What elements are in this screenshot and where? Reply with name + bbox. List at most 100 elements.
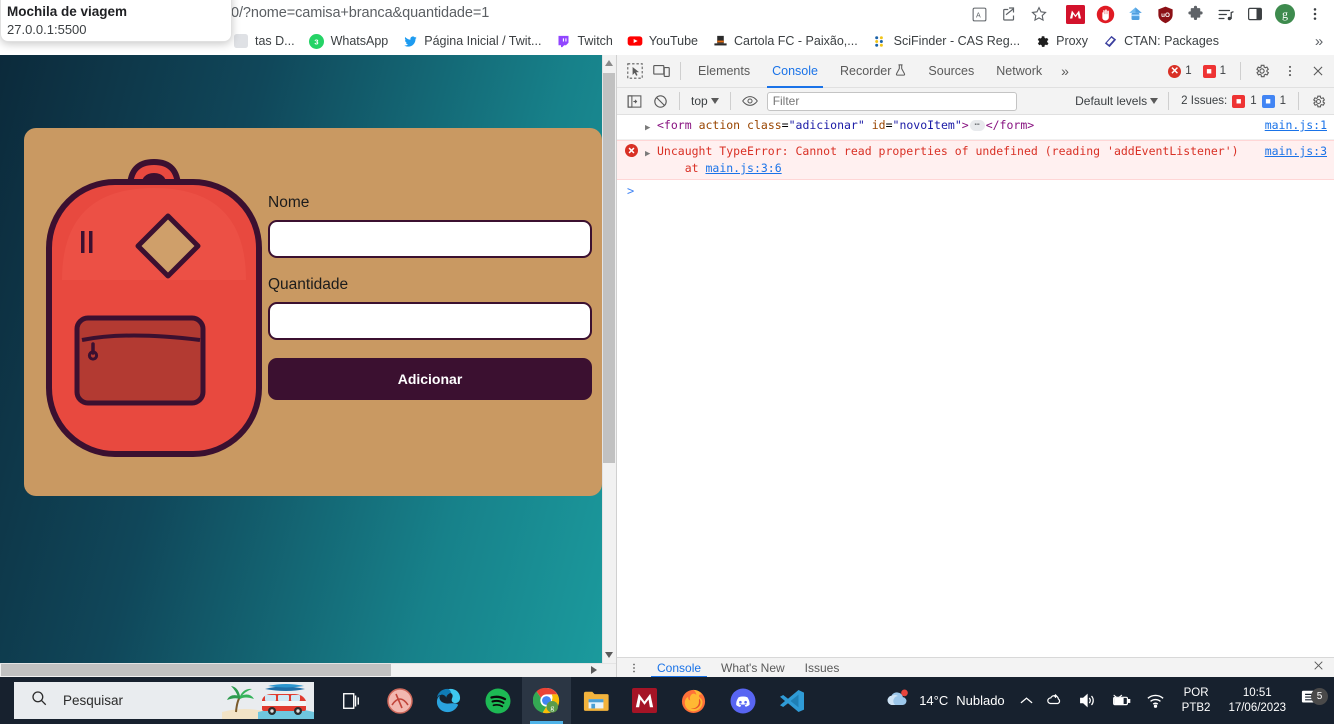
firefox-icon[interactable] [669,677,718,724]
devtools-close-icon[interactable] [1305,58,1331,84]
add-item-form: Nome Quantidade Adicionar [268,194,592,400]
weather-widget[interactable]: 14°C Nublado [871,688,1012,713]
bookmark-item-cartola[interactable]: Cartola FC - Paixão,... [705,30,865,52]
devtools-settings-gear-icon[interactable] [1249,58,1275,84]
bookmarks-overflow-button[interactable]: » [1310,32,1328,50]
console-input-prompt[interactable]: > [617,180,1334,198]
execution-context-selector[interactable]: top [686,92,724,110]
error-count-badge[interactable]: ✕ 1 [1165,64,1197,79]
devtools-toolbar: Elements Console Recorder Sources Networ… [617,55,1334,88]
adobe-app-icon[interactable] [375,677,424,724]
browser-chrome: 0/?nome=camisa+branca&quantidade=1 A uO … [0,0,1334,54]
taskbar-search-box[interactable]: Pesquisar [14,682,314,719]
expand-arrow-icon[interactable]: ▶ [645,117,657,137]
bookmark-item-youtube[interactable]: YouTube [620,30,705,52]
scroll-up-arrow-icon[interactable] [602,55,616,71]
devtools-more-menu-icon[interactable] [1277,58,1303,84]
whatsapp-icon: 3 [309,33,325,49]
input-language-indicator[interactable]: POR PTB2 [1172,686,1221,716]
device-toolbar-icon[interactable] [648,58,674,84]
console-filter-input[interactable] [766,91,1017,111]
bookmark-label: Twitch [577,34,613,48]
address-bar[interactable]: 0/?nome=camisa+branca&quantidade=1 [228,0,928,26]
google-chrome-icon[interactable]: g [522,677,571,724]
volume-icon[interactable] [1071,677,1103,724]
media-playlist-icon[interactable] [1210,1,1240,27]
warning-count: 1 [1219,65,1226,77]
live-expression-eye-icon[interactable] [737,88,763,114]
expand-children-ellipsis[interactable]: ⋯ [969,120,985,131]
bookmark-item[interactable]: tas D... [226,30,302,52]
drawer-close-icon[interactable] [1312,659,1331,677]
share-icon[interactable] [994,1,1024,27]
bookmark-star-icon[interactable] [1024,1,1054,27]
vscode-icon[interactable] [767,677,816,724]
stack-trace-link[interactable]: main.js:3:6 [705,161,781,175]
discord-icon[interactable] [718,677,767,724]
drawer-tab-whats-new[interactable]: What's New [711,658,795,678]
tray-expand-chevron-icon[interactable] [1013,677,1040,724]
console-source-link[interactable]: main.js:1 [1265,117,1327,134]
tab-tooltip-title: Mochila de viagem [7,4,128,19]
bookmark-item-ctan[interactable]: CTAN: Packages [1095,30,1226,52]
devtools-tab-elements[interactable]: Elements [687,55,761,88]
bookmark-item-twitch[interactable]: Twitch [548,30,619,52]
scroll-down-arrow-icon[interactable] [602,647,616,663]
drawer-tab-issues[interactable]: Issues [795,658,850,678]
drawer-tab-label: Console [657,660,702,675]
side-panel-icon[interactable] [1240,1,1270,27]
clear-console-icon[interactable] [647,88,673,114]
wifi-icon[interactable] [1139,677,1172,724]
spotify-icon[interactable] [473,677,522,724]
ublock-origin-extension-icon[interactable]: uO [1150,1,1180,27]
add-button[interactable]: Adicionar [268,358,592,400]
quantity-input[interactable] [268,302,592,340]
notification-center-button[interactable]: 5 [1294,688,1334,713]
profile-avatar[interactable]: g [1270,1,1300,27]
console-filter-bar: top Default levels 2 Issues: ■ 1 ■ 1 [617,88,1334,115]
language-line-2: PTB2 [1181,701,1211,714]
console-sidebar-toggle-icon[interactable] [621,88,647,114]
devtools-tab-recorder[interactable]: Recorder [829,55,917,88]
console-source-link[interactable]: main.js:3 [1265,143,1327,160]
inspect-element-icon[interactable] [622,58,648,84]
devtools-tab-console[interactable]: Console [761,55,829,88]
translate-icon[interactable]: A [964,1,994,27]
bookmark-item-whatsapp[interactable]: 3 WhatsApp [302,30,396,52]
console-settings-gear-icon[interactable] [1305,88,1331,114]
devtools-tab-network[interactable]: Network [985,55,1053,88]
bookmark-item-twitter[interactable]: Página Inicial / Twit... [395,30,548,52]
mercado-livre-app-icon[interactable] [620,677,669,724]
drawer-tab-console[interactable]: Console [647,658,711,678]
honey-extension-icon[interactable] [1120,1,1150,27]
console-log-row[interactable]: ▶ <form action class="adicionar" id="nov… [617,115,1334,140]
page-horizontal-scroll-thumb[interactable] [1,664,391,676]
task-view-icon[interactable] [326,677,375,724]
mercado-livre-extension-icon[interactable] [1060,1,1090,27]
issues-error-icon: ■ [1232,94,1246,108]
bookmark-item-scifinder[interactable]: SciFinder - CAS Reg... [865,30,1027,52]
devtools-tab-sources[interactable]: Sources [917,55,985,88]
warning-count-badge[interactable]: ■ 1 [1200,64,1232,79]
extensions-puzzle-icon[interactable] [1180,1,1210,27]
console-levels-selector[interactable]: Default levels [1071,92,1162,110]
start-button[interactable] [0,677,12,724]
adblock-extension-icon[interactable] [1090,1,1120,27]
tab-label: Elements [698,64,751,78]
battery-icon[interactable] [1103,677,1139,724]
page-vertical-scroll-thumb[interactable] [603,73,615,463]
console-error-row[interactable]: ▶ Uncaught TypeError: Cannot read proper… [617,140,1334,180]
devtools-tabs-overflow[interactable]: » [1053,63,1077,79]
onedrive-icon[interactable] [1040,677,1071,724]
file-explorer-icon[interactable] [571,677,620,724]
issues-summary-badge[interactable]: 2 Issues: ■ 1 ■ 1 [1175,94,1292,109]
microsoft-edge-icon[interactable] [424,677,473,724]
chrome-menu-icon[interactable] [1300,1,1330,27]
generic-favicon [233,33,249,49]
bookmark-item-proxy[interactable]: Proxy [1027,30,1095,52]
name-input[interactable] [268,220,592,258]
scroll-right-arrow-icon[interactable] [586,663,602,677]
clock-widget[interactable]: 10:51 17/06/2023 [1220,686,1294,716]
expand-arrow-icon[interactable]: ▶ [645,143,657,177]
screen: 0/?nome=camisa+branca&quantidade=1 A uO … [0,0,1334,724]
